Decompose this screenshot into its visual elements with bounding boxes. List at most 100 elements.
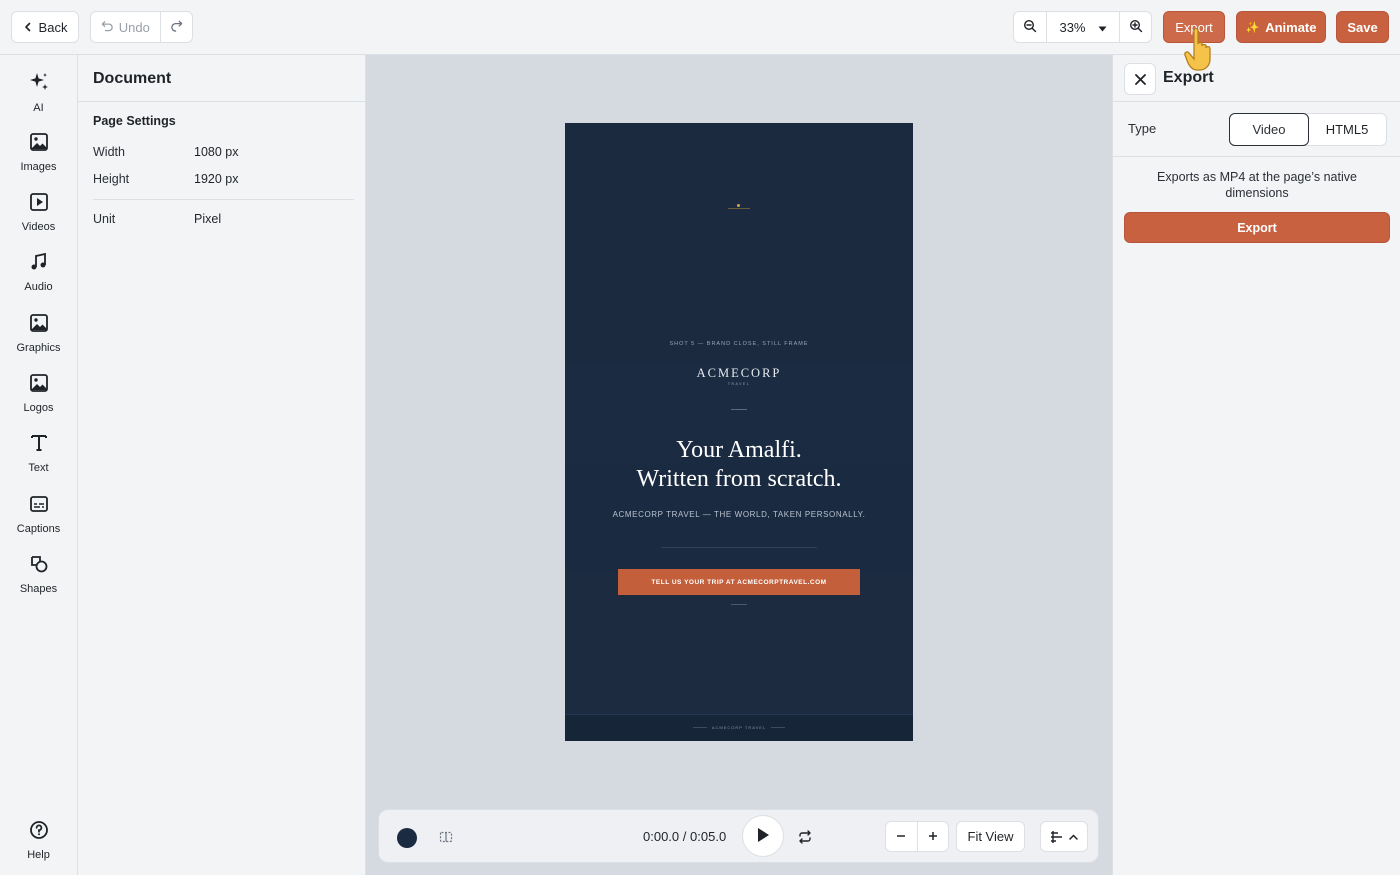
zoom-in-button[interactable]: [1119, 12, 1151, 42]
divider: [78, 101, 365, 102]
shot-label: SHOT 5 — BRAND CLOSE, STILL FRAME: [669, 341, 809, 347]
background-color-swatch[interactable]: [397, 828, 417, 848]
sparkle-icon: ✨: [1245, 21, 1260, 34]
rail-label-videos: Videos: [21, 221, 56, 233]
height-value[interactable]: 1920 px: [194, 172, 238, 186]
fit-view-button[interactable]: Fit View: [956, 821, 1025, 852]
save-label: Save: [1347, 19, 1378, 35]
rail-item-graphics[interactable]: Graphics: [0, 313, 77, 369]
loop-icon[interactable]: [797, 830, 813, 847]
decorative-rule: [731, 409, 747, 410]
video-icon: [29, 192, 49, 215]
rail-item-text[interactable]: Text: [0, 433, 77, 489]
chevron-up-icon: [1069, 833, 1078, 840]
type-label: Type: [1128, 121, 1157, 136]
rail-item-ai[interactable]: AI: [0, 71, 77, 127]
cta-banner: TELL US YOUR TRIP AT ACMECORPTRAVEL.COM: [618, 569, 860, 595]
chevron-left-icon: [23, 22, 33, 32]
crop-icon[interactable]: [439, 830, 453, 847]
rail-label-help: Help: [27, 849, 50, 861]
playback-controls: 0:00.0 / 0:05.0 Fit View: [378, 809, 1099, 863]
tagline: ACMECORP TRAVEL — THE WORLD, TAKEN PERSO…: [612, 510, 866, 519]
footer-brand: ACMECORP TRAVEL: [711, 725, 767, 730]
rail-item-shapes[interactable]: Shapes: [0, 554, 77, 610]
export-type-toggle: Video HTML5: [1229, 113, 1387, 146]
rail-item-logos[interactable]: Logos: [0, 373, 77, 429]
export-button[interactable]: Export: [1124, 212, 1390, 243]
redo-icon: [170, 19, 183, 35]
timeline-toggle-button[interactable]: [1040, 821, 1088, 852]
logo-icon: [29, 373, 49, 396]
rail-label-text: Text: [28, 462, 49, 474]
page-settings-title: Page Settings: [93, 114, 176, 128]
divider: [1113, 156, 1400, 157]
unit-label: Unit: [93, 212, 116, 226]
redo-button[interactable]: [159, 12, 192, 42]
rail-label-graphics: Graphics: [16, 342, 61, 354]
music-icon: [29, 252, 49, 275]
headline: Your Amalfi. Written from scratch.: [565, 436, 913, 494]
rail-item-captions[interactable]: Captions: [0, 494, 77, 550]
export-panel: Export Type Video HTML5 Exports as MP4 a…: [1112, 55, 1400, 875]
brand-logo-sub: TRAVEL: [727, 382, 751, 386]
document-panel: Document Page Settings Width 1080 px Hei…: [78, 55, 366, 875]
document-title: Document: [93, 70, 172, 87]
image-icon: [29, 132, 49, 155]
zoom-out-button[interactable]: [1014, 12, 1046, 42]
divider: [1113, 101, 1400, 102]
zoom-control: 33%: [1013, 11, 1152, 43]
help-icon: [29, 820, 49, 843]
width-value[interactable]: 1080 px: [194, 145, 238, 159]
rail-item-help[interactable]: Help: [0, 820, 77, 875]
type-option-html5[interactable]: HTML5: [1308, 114, 1386, 145]
history-group: Undo: [90, 11, 193, 43]
rail-item-videos[interactable]: Videos: [0, 192, 77, 248]
rail-label-audio: Audio: [24, 281, 53, 293]
decorative-rule: [771, 727, 785, 728]
play-icon: [756, 827, 770, 846]
unit-value[interactable]: Pixel: [194, 212, 221, 226]
text-icon: [29, 433, 49, 456]
zoom-out-icon: [1023, 19, 1037, 36]
zoom-select[interactable]: 33%: [1045, 12, 1120, 42]
artboard[interactable]: SHOT 5 — BRAND CLOSE, STILL FRAME ACMECO…: [565, 123, 913, 741]
height-label: Height: [93, 172, 130, 186]
timeline-zoom-out-button[interactable]: [886, 822, 917, 851]
shapes-icon: [29, 554, 49, 577]
export-button-label: Export: [1237, 220, 1277, 235]
undo-button[interactable]: Undo: [91, 12, 160, 42]
rail-item-audio[interactable]: Audio: [0, 252, 77, 308]
left-rail: AI Images Videos Audio Graphics Logos Te…: [0, 55, 78, 875]
decorative-rule: [731, 604, 747, 605]
back-button[interactable]: Back: [11, 11, 79, 43]
zoom-value: 33%: [1059, 19, 1086, 35]
time-total: 0:05.0: [690, 829, 727, 844]
fit-view-label: Fit View: [967, 829, 1014, 844]
rail-label-logos: Logos: [23, 402, 54, 414]
graphic-icon: [29, 313, 49, 336]
undo-icon: [101, 19, 114, 35]
plus-icon: [928, 829, 938, 844]
brand-logo: ACMECORP: [696, 366, 782, 380]
export-description: Exports as MP4 at the page’s native dime…: [1157, 170, 1357, 200]
width-label: Width: [93, 145, 125, 159]
decorative-rule: [728, 208, 750, 209]
undo-label: Undo: [118, 19, 150, 35]
decorative-rule: [661, 547, 817, 548]
rail-item-images[interactable]: Images: [0, 132, 77, 188]
animate-button[interactable]: ✨ Animate: [1236, 11, 1326, 43]
play-button[interactable]: [742, 815, 784, 857]
minus-icon: [896, 829, 906, 844]
time-separator: /: [682, 829, 687, 844]
canvas-area: SHOT 5 — BRAND CLOSE, STILL FRAME ACMECO…: [366, 55, 1112, 875]
headline-line-1: Your Amalfi.: [676, 437, 802, 463]
rail-label-images: Images: [20, 161, 57, 173]
rail-label-captions: Captions: [16, 523, 61, 535]
headline-line-2: Written from scratch.: [636, 466, 842, 492]
timeline-zoom-in-button[interactable]: [916, 822, 948, 851]
save-button[interactable]: Save: [1336, 11, 1389, 43]
close-export-button[interactable]: [1124, 63, 1156, 95]
rail-label-shapes: Shapes: [19, 583, 58, 595]
zoom-in-icon: [1129, 19, 1143, 36]
type-option-video[interactable]: Video: [1229, 113, 1309, 146]
